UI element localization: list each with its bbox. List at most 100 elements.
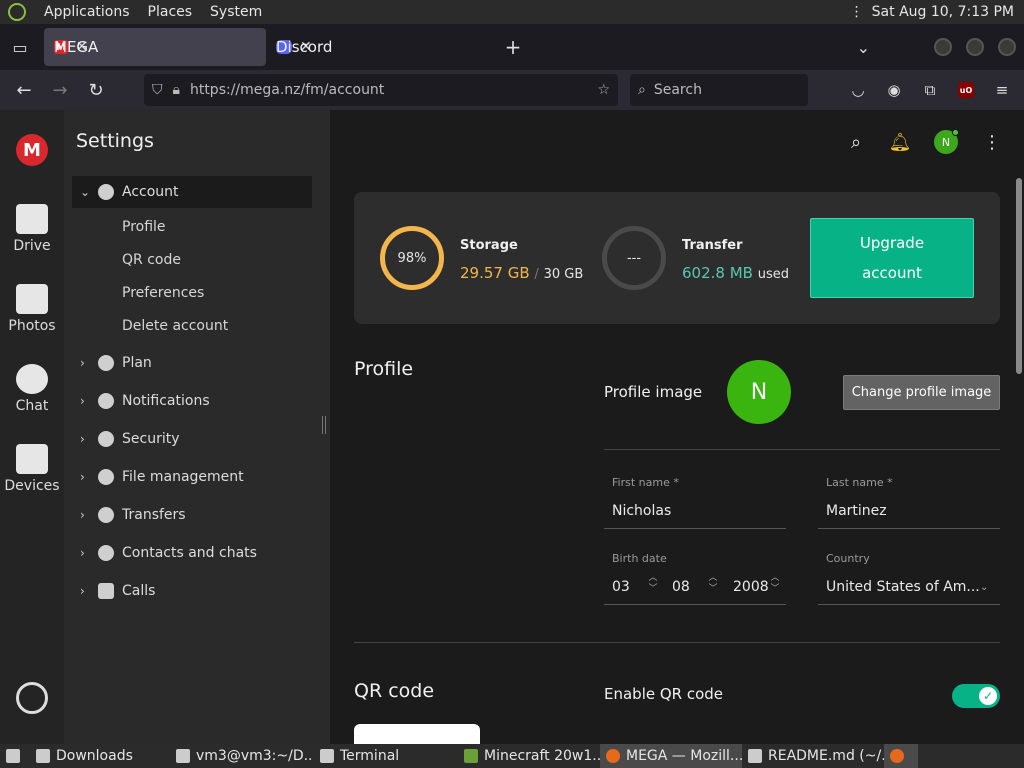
first-name-input[interactable]: Nicholas (612, 503, 671, 519)
sidebar-resize-handle[interactable] (322, 416, 326, 434)
first-name-label: First name * (612, 476, 679, 489)
settings-sub-preferences[interactable]: Preferences (122, 285, 204, 301)
menu-system[interactable]: System (210, 4, 262, 20)
birth-day-input[interactable]: 03 (612, 579, 630, 595)
storage-percent: 98% (397, 250, 427, 266)
extensions-puzzle-icon[interactable]: ⧉ (916, 74, 944, 106)
qr-code-image (354, 724, 480, 744)
account-icon[interactable]: ◉ (880, 74, 908, 106)
back-arrow-icon[interactable]: ← (6, 72, 42, 108)
pocket-icon[interactable]: ◡ (844, 74, 872, 106)
rail-item-chat[interactable]: Chat (0, 364, 64, 414)
rail-label: Photos (8, 318, 56, 334)
task-minecraft[interactable]: Minecraft 20w1... (458, 744, 600, 768)
task-readme[interactable]: README.md (~/... (742, 744, 884, 768)
mega-logo-icon[interactable]: M (16, 134, 48, 166)
upgrade-account-button[interactable]: Upgrade account (810, 218, 974, 298)
last-name-underline (818, 528, 1000, 529)
bell-icon[interactable]: 🔔︎ (889, 132, 912, 153)
transfer-used: 602.8 MB (682, 264, 753, 282)
minecraft-icon (464, 749, 478, 763)
rail-label: Devices (4, 478, 60, 494)
forward-arrow-icon[interactable]: → (42, 72, 78, 108)
task-firefox-mega[interactable]: MEGA — Mozill... (600, 744, 742, 768)
chevron-right-icon: › (80, 584, 85, 598)
birth-year-input[interactable]: 2008 (733, 579, 769, 595)
rail-item-photos[interactable]: Photos (0, 284, 64, 334)
birth-month-input[interactable]: 08 (672, 579, 690, 595)
birth-year-stepper[interactable]: ︿ ﹀ (770, 573, 780, 595)
divider (354, 642, 1000, 643)
settings-item-notifications[interactable]: › Notifications (72, 385, 312, 417)
lock-icon[interactable]: 🔒︎ (173, 82, 180, 98)
settings-item-security[interactable]: › Security (72, 423, 312, 455)
menu-applications[interactable]: Applications (44, 4, 130, 20)
text-editor-icon (748, 749, 762, 763)
account-main-panel: ⌕ 🔔︎ N ⋮ 98% Storage 29.57 GB / 30 GB --… (330, 110, 1024, 744)
chevron-right-icon: › (80, 394, 85, 408)
task-firefox-launcher[interactable] (884, 744, 918, 768)
shield-icon[interactable]: ⛉ (152, 82, 163, 98)
task-downloads[interactable]: Downloads (30, 744, 170, 768)
hamburger-menu-icon[interactable]: ≡ (988, 74, 1016, 106)
scrollbar-thumb[interactable] (1016, 178, 1022, 374)
settings-item-transfers[interactable]: › Transfers (72, 499, 312, 531)
new-tab-plus-icon[interactable]: + (498, 35, 528, 59)
tab-mega[interactable]: M MEGA ✕ (44, 28, 266, 66)
last-name-input[interactable]: Martinez (826, 503, 887, 519)
task-terminal[interactable]: Terminal (314, 744, 458, 768)
birth-month-stepper[interactable]: ︿ ﹀ (708, 573, 718, 595)
megaphone-icon (98, 393, 114, 409)
firefox-view-icon[interactable]: ▭ (0, 24, 40, 70)
settings-item-calls[interactable]: › Calls (72, 575, 312, 607)
settings-item-label: Notifications (122, 393, 210, 409)
panel-clock[interactable]: ⋮ Sat Aug 10, 7:13 PM (850, 4, 1024, 20)
toolbar-extensions: ◡ ◉ ⧉ uO ≡ (844, 74, 1016, 106)
transfer-manager-icon[interactable] (16, 682, 48, 714)
menu-places[interactable]: Places (148, 4, 193, 20)
minimize-window-button[interactable] (934, 38, 952, 56)
settings-sub-profile[interactable]: Profile (122, 219, 166, 235)
tab-discord[interactable]: Discord ✕ (266, 28, 490, 66)
enable-qr-toggle[interactable]: ✓ (952, 684, 1000, 708)
change-profile-image-button[interactable]: Change profile image (843, 375, 1000, 410)
reload-icon[interactable]: ↻ (78, 72, 114, 108)
applications-logo-icon[interactable] (8, 3, 26, 21)
upgrade-label-line1: Upgrade (859, 234, 925, 252)
tab-list-chevron-down-icon[interactable]: ⌄ (857, 38, 870, 57)
search-bar[interactable]: ⌕ Search (630, 74, 808, 106)
task-label: Minecraft 20w1... (484, 748, 600, 764)
settings-sub-qr-code[interactable]: QR code (122, 252, 181, 268)
settings-sub-delete-account[interactable]: Delete account (122, 318, 228, 334)
rail-item-drive[interactable]: Drive (0, 204, 64, 254)
more-vertical-icon[interactable]: ⋮ (982, 132, 1002, 153)
show-desktop-icon[interactable] (0, 744, 30, 768)
country-select[interactable]: United States of Am... (826, 579, 980, 595)
search-icon[interactable]: ⌕ (846, 132, 866, 153)
last-name-label: Last name * (826, 476, 893, 489)
settings-item-label: File management (122, 469, 244, 485)
maximize-window-button[interactable] (966, 38, 984, 56)
bookmark-star-icon[interactable]: ☆ (597, 82, 610, 98)
panel-handle-icon: ⋮ (849, 4, 864, 20)
close-window-button[interactable] (998, 38, 1016, 56)
avatar[interactable]: N (934, 129, 959, 154)
rail-item-devices[interactable]: Devices (0, 444, 64, 494)
tab-label: MEGA (54, 38, 99, 56)
settings-item-label: Account (122, 184, 179, 200)
settings-item-file-management[interactable]: › File management (72, 461, 312, 493)
birth-day-stepper[interactable]: ︿ ﹀ (648, 573, 658, 595)
settings-item-plan[interactable]: › Plan (72, 347, 312, 379)
task-terminal-vm3[interactable]: vm3@vm3:~/D... (170, 744, 314, 768)
profile-image-label: Profile image (604, 383, 703, 401)
url-bar[interactable]: ⛉ 🔒︎ https://mega.nz/fm/account ☆ (144, 74, 618, 106)
task-label: Downloads (56, 748, 133, 764)
chevron-down-icon[interactable]: ⌄ (980, 582, 988, 593)
settings-item-contacts-and-chats[interactable]: › Contacts and chats (72, 537, 312, 569)
url-text[interactable]: https://mega.nz/fm/account (190, 82, 587, 98)
folder-icon (16, 204, 48, 234)
ublock-icon[interactable]: uO (952, 74, 980, 106)
chevron-right-icon: › (80, 470, 85, 484)
birth-date-label: Birth date (612, 552, 667, 565)
settings-item-account[interactable]: ⌄ Account (72, 176, 312, 208)
